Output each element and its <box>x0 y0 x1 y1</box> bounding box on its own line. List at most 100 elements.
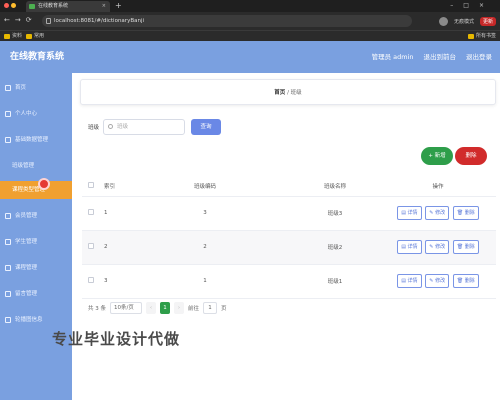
edit-label: 修改 <box>435 210 446 216</box>
detail-button[interactable]: ▤ 详情 <box>397 240 422 254</box>
row-select-cell <box>82 196 100 231</box>
total-count: 共 3 条 <box>88 306 106 312</box>
cell-index: 2 <box>100 230 120 265</box>
search-button[interactable]: 查询 <box>191 119 222 135</box>
prev-page-button[interactable]: ‹ <box>146 302 156 314</box>
cell-code: 3 <box>120 196 290 231</box>
delete-label: 删除 <box>464 278 475 284</box>
sidebar-item-home[interactable]: 首页 <box>0 79 72 97</box>
row-delete-button[interactable]: 🗑 删除 <box>452 206 479 220</box>
page-size-select[interactable]: 10条/页 <box>110 302 142 314</box>
sidebar-item-members[interactable]: 会员管理 <box>0 207 72 225</box>
folder-icon <box>26 34 32 39</box>
bookmark-folder[interactable]: 资料 <box>4 32 22 41</box>
row-select-cell <box>82 264 100 299</box>
sidebar-item-messages[interactable]: 留言管理 <box>0 285 72 303</box>
select-all-cell <box>82 176 100 197</box>
grid-icon <box>5 137 11 143</box>
breadcrumb-current: 班级 <box>290 90 302 96</box>
detail-label: 详情 <box>407 210 418 216</box>
logout-link[interactable]: 退出登录 <box>466 41 492 73</box>
bookmark-folder[interactable]: 常用 <box>26 32 44 41</box>
cell-name: 班级1 <box>290 264 380 299</box>
page-number-button[interactable]: 1 <box>160 302 170 314</box>
browser-tab[interactable]: 在线教育系统 × <box>26 1 110 12</box>
navigation-icons[interactable]: ←→⟳ <box>4 16 37 24</box>
edit-button[interactable]: ✎ 修改 <box>425 274 450 288</box>
table-row: 1 3 班级3 ▤ 详情 ✎ 修改 🗑 删除 <box>82 196 496 231</box>
edit-button[interactable]: ✎ 修改 <box>425 206 450 220</box>
sidebar: 首页 个人中心 基础数据管理 班级管理 课程类型管理 会员管理 学生管理 课程管… <box>0 73 72 400</box>
info-icon[interactable] <box>46 18 51 24</box>
cell-index: 1 <box>100 196 120 231</box>
tab-title: 在线教育系统 <box>38 3 69 9</box>
cell-ops: ▤ 详情 ✎ 修改 🗑 删除 <box>380 196 496 231</box>
minimize-window-icon[interactable] <box>11 3 16 8</box>
back-to-front-link[interactable]: 退出到前台 <box>424 41 457 73</box>
row-delete-button[interactable]: 🗑 删除 <box>452 240 479 254</box>
column-header-index: 索引 <box>100 176 120 197</box>
sidebar-item-base-data[interactable]: 基础数据管理 <box>0 131 72 149</box>
toolbar-right: 无痕模式 更新 <box>438 15 496 27</box>
breadcrumb-home[interactable]: 首页 <box>274 90 285 96</box>
delete-label: 删除 <box>464 210 475 216</box>
all-bookmarks[interactable]: 所有书签 <box>467 32 496 41</box>
next-page-button[interactable]: › <box>174 302 184 314</box>
sidebar-item-course-type[interactable]: 课程类型管理 <box>0 181 72 199</box>
cell-ops: ▤ 详情 ✎ 修改 🗑 删除 <box>380 230 496 265</box>
breadcrumb: 首页 / 班级 <box>80 79 496 105</box>
address-bar-row: ←→⟳ localhost:8081/#/dictionaryBanji 无痕模… <box>0 12 500 30</box>
detail-label: 详情 <box>407 278 418 284</box>
url-field[interactable]: localhost:8081/#/dictionaryBanji <box>42 15 412 27</box>
select-all-checkbox[interactable] <box>88 181 94 188</box>
bookmark-label: 资料 <box>12 33 23 39</box>
sidebar-item-carousel[interactable]: 轮播图信息 <box>0 311 72 329</box>
incognito-label[interactable]: 无痕模式 <box>454 18 474 25</box>
close-window-icon[interactable] <box>4 3 9 8</box>
sidebar-item-label: 个人中心 <box>15 111 38 117</box>
cell-name: 班级2 <box>290 230 380 265</box>
user-icon <box>5 111 11 117</box>
detail-button[interactable]: ▤ 详情 <box>397 274 422 288</box>
sidebar-item-courses[interactable]: 课程管理 <box>0 259 72 277</box>
cursor-indicator <box>38 178 50 190</box>
goto-page-input[interactable]: 1 <box>203 302 218 314</box>
detail-button[interactable]: ▤ 详情 <box>397 206 422 220</box>
new-tab-icon[interactable]: + <box>115 0 122 11</box>
cell-code: 1 <box>120 264 290 299</box>
edit-label: 修改 <box>435 244 446 250</box>
edit-button[interactable]: ✎ 修改 <box>425 240 450 254</box>
search-row: 班级 班级 查询 <box>88 119 222 135</box>
app-header: 在线教育系统 管理员 admin 退出到前台 退出登录 <box>0 41 500 73</box>
row-delete-button[interactable]: 🗑 删除 <box>452 274 479 288</box>
cell-code: 2 <box>120 230 290 265</box>
row-checkbox[interactable] <box>88 209 94 215</box>
update-button[interactable]: 更新 <box>479 16 496 26</box>
sidebar-item-label: 基础数据管理 <box>15 137 49 143</box>
book-icon <box>5 265 11 271</box>
bookmarks-bar: 资料 常用 所有书签 <box>0 30 500 41</box>
close-tab-icon[interactable]: × <box>102 1 106 12</box>
app-logo: 在线教育系统 <box>10 52 65 62</box>
browser-tab-bar: 在线教育系统 × + –□× <box>0 0 500 12</box>
sidebar-item-class[interactable]: 班级管理 <box>0 157 72 175</box>
sidebar-item-students[interactable]: 学生管理 <box>0 233 72 251</box>
bookmark-label: 常用 <box>34 33 45 39</box>
window-controls-icon[interactable]: –□× <box>450 0 494 11</box>
search-icon <box>108 124 114 129</box>
row-checkbox[interactable] <box>88 277 94 283</box>
cell-ops: ▤ 详情 ✎ 修改 🗑 删除 <box>380 264 496 299</box>
table-row: 3 1 班级1 ▤ 详情 ✎ 修改 🗑 删除 <box>82 264 496 299</box>
row-checkbox[interactable] <box>88 243 94 249</box>
cell-name: 班级3 <box>290 196 380 231</box>
sidebar-item-label: 课程管理 <box>15 265 38 271</box>
add-button[interactable]: + 新增 <box>421 147 453 165</box>
watermark-text: 专业毕业设计代做 <box>52 330 181 348</box>
url-text: localhost:8081/#/dictionaryBanji <box>54 18 145 24</box>
delete-button[interactable]: 删除 <box>455 147 487 165</box>
home-icon <box>5 85 11 91</box>
sidebar-item-profile[interactable]: 个人中心 <box>0 105 72 123</box>
search-input[interactable]: 班级 <box>103 119 186 135</box>
profile-avatar[interactable] <box>438 16 448 26</box>
edit-label: 修改 <box>435 278 446 284</box>
